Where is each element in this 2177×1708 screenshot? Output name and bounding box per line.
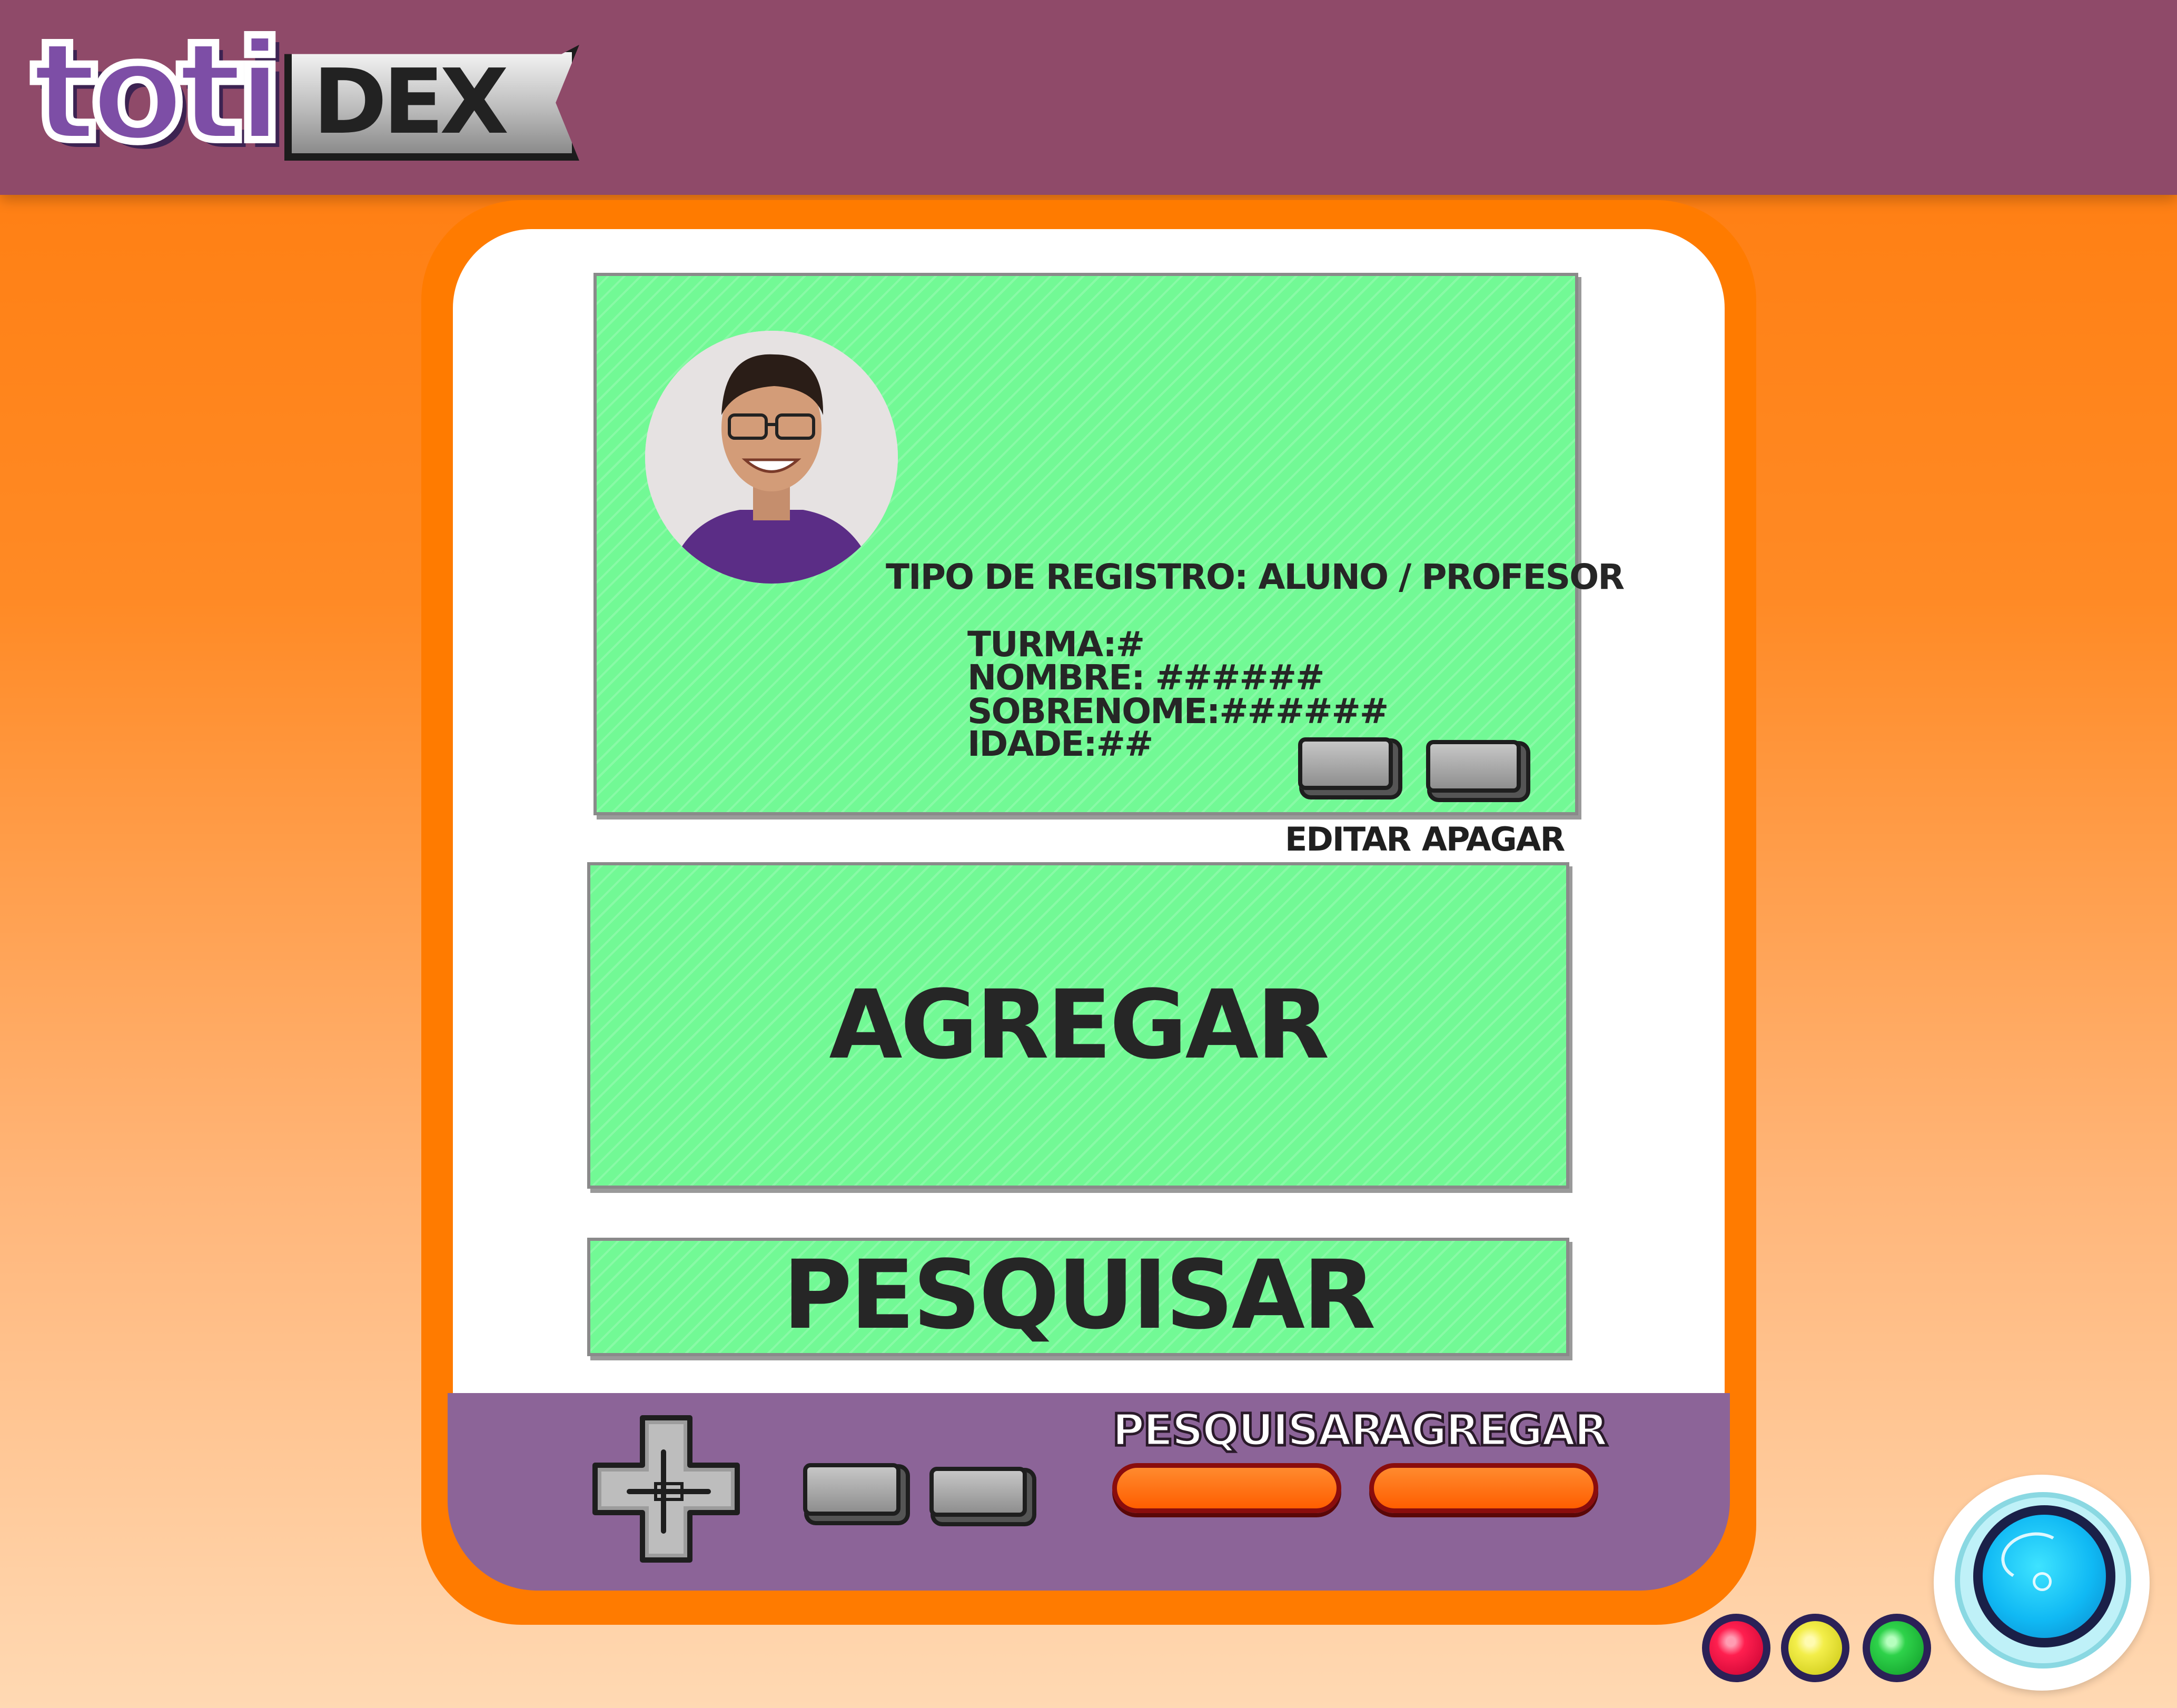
search-button-label: PESQUISAR (783, 1240, 1376, 1350)
dpad-shape (592, 1415, 740, 1563)
shortcut-add-label: AGREGAR (1377, 1404, 1610, 1456)
red-led-icon (1702, 1614, 1770, 1682)
logo-dex-badge: DEX (284, 45, 579, 161)
app-header: toti DEX (0, 0, 2177, 195)
search-button[interactable]: PESQUISAR (587, 1238, 1569, 1356)
start-button[interactable] (929, 1467, 1027, 1517)
edit-button[interactable] (1298, 737, 1393, 790)
record-type-text: TIPO DE REGISTRO: ALUNO / PROFESOR (886, 557, 1625, 597)
select-button[interactable] (803, 1463, 901, 1516)
field-nombre: NOMBRE: ###### (967, 657, 1324, 698)
totidex-logo: toti DEX (28, 9, 590, 175)
dpad-icon[interactable] (590, 1413, 748, 1571)
shortcut-search-label: PESQUISAR (1111, 1404, 1386, 1456)
record-card: TIPO DE REGISTRO: ALUNO / PROFESOR TURMA… (593, 273, 1625, 815)
add-button-label: AGREGAR (829, 970, 1329, 1080)
delete-button-label: APAGAR (1422, 820, 1565, 858)
shortcut-search-button[interactable] (1112, 1463, 1341, 1513)
person-avatar-icon (645, 331, 898, 584)
shortcut-add-button[interactable] (1369, 1463, 1598, 1513)
user-photo (645, 331, 898, 584)
delete-button[interactable] (1426, 740, 1521, 793)
green-led-icon (1863, 1614, 1931, 1682)
lens-highlight-dot (2033, 1572, 2052, 1591)
add-button[interactable]: AGREGAR (587, 862, 1569, 1189)
field-idade: IDADE:## (967, 724, 1153, 764)
edit-button-label: EDITAR (1285, 820, 1411, 858)
yellow-led-icon (1781, 1614, 1849, 1682)
